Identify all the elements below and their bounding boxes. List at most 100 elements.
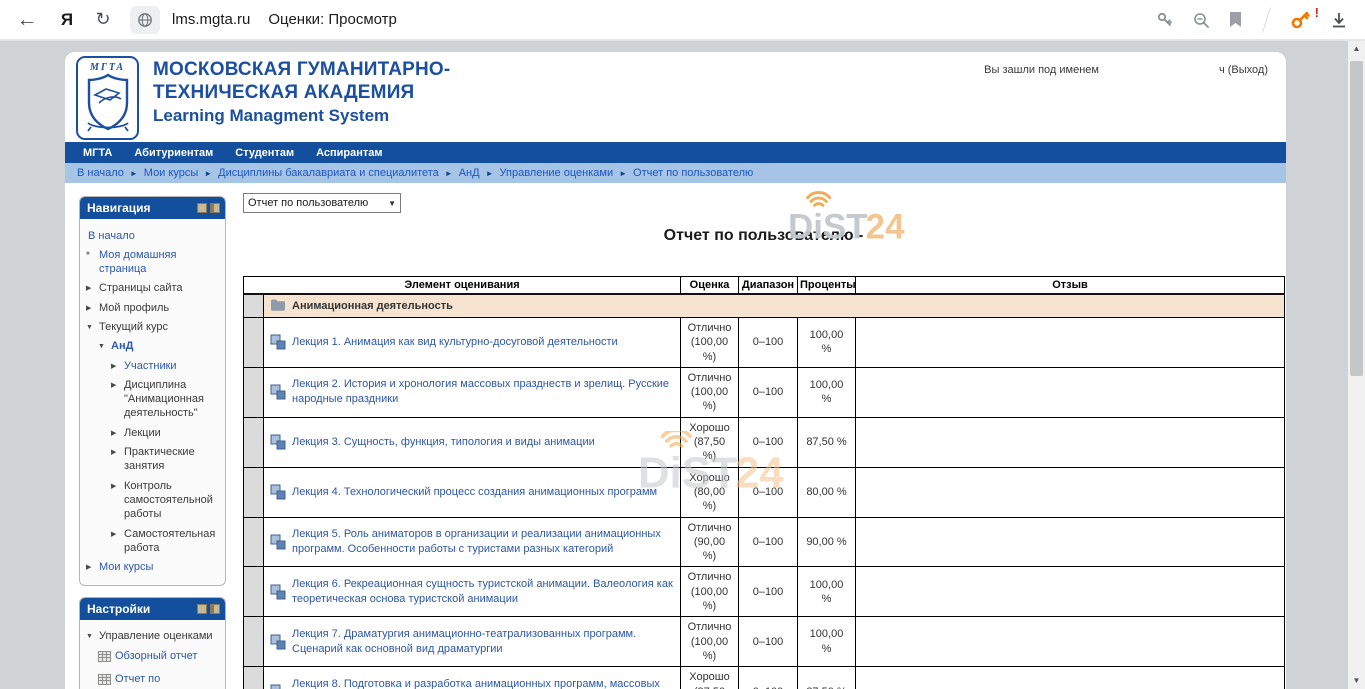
settings-item-grade-admin[interactable]: ▼ Управление оценками — [85, 627, 222, 646]
site-header: МГТА МОСКОВСКАЯ ГУМАНИТАРНО- ТЕХНИЧЕСКАЯ… — [65, 52, 1286, 142]
feedback-cell — [856, 567, 1285, 617]
yandex-home-button[interactable]: Я — [54, 10, 80, 30]
crumb-my-courses[interactable]: Мои курсы — [144, 167, 198, 179]
feedback-cell — [856, 318, 1285, 368]
orange-key-icon — [1290, 9, 1312, 31]
tab-edge-divider — [1262, 7, 1271, 32]
topnav-mgta[interactable]: МГТА — [83, 147, 112, 159]
table-row: Лекция 4. Технологический процесс создан… — [244, 467, 1285, 517]
lesson-link[interactable]: Лекция 5. Роль аниматоров в организации … — [292, 527, 674, 557]
topnav-studentam[interactable]: Студентам — [235, 147, 294, 159]
lesson-link[interactable]: Лекция 2. История и хронология массовых … — [292, 377, 674, 407]
zoom-page-button[interactable] — [1192, 11, 1210, 29]
table-row: Лекция 3. Сущность, функция, типология и… — [244, 417, 1285, 467]
reload-button[interactable]: ↻ — [90, 9, 116, 30]
block-collapse-icon[interactable] — [197, 203, 207, 213]
topnav-aspirantam[interactable]: Аспирантам — [316, 147, 382, 159]
sidebar-item-current-course[interactable]: ▼ Текущий курс — [85, 317, 222, 336]
sidebar-item-site-pages[interactable]: ▶ Страницы сайта — [85, 279, 222, 298]
expand-arrow-icon[interactable]: ▶ — [111, 426, 124, 440]
navigation-block: Навигация В начало ■ Моя домашняя страни… — [79, 196, 226, 586]
sidebar-item-participants[interactable]: ▶ Участники — [85, 356, 222, 375]
bookmark-button[interactable] — [1228, 11, 1243, 28]
expand-arrow-icon[interactable]: ▶ — [111, 378, 124, 421]
table-row: Лекция 5. Роль аниматоров в организации … — [244, 517, 1285, 567]
crumb-home[interactable]: В начало — [77, 167, 124, 179]
lesson-icon — [270, 634, 286, 650]
lesson-link[interactable]: Лекция 8. Подготовка и разработка анимац… — [292, 677, 674, 689]
block-collapse-icon[interactable] — [197, 604, 207, 614]
expand-arrow-icon[interactable]: ▶ — [111, 445, 124, 474]
alert-badge: ! — [1315, 5, 1319, 20]
site-title-line2: ТЕХНИЧЕСКАЯ АКАДЕМИЯ — [153, 82, 450, 105]
vertical-scrollbar[interactable]: ▲ ▼ — [1348, 41, 1365, 689]
lesson-icon — [270, 484, 286, 500]
collapse-arrow-icon[interactable]: ▼ — [86, 629, 99, 643]
crumb-grade-admin[interactable]: Управление оценками — [500, 167, 614, 179]
collapse-arrow-icon[interactable]: ▼ — [86, 320, 99, 334]
settings-block: Настройки ▼ Управление оценками — [79, 597, 226, 689]
settings-item-overview-report[interactable]: Обзорный отчет — [85, 646, 222, 669]
block-dock-icon[interactable] — [210, 604, 220, 614]
expand-arrow-icon[interactable]: ▶ — [86, 560, 99, 574]
expand-arrow-icon[interactable]: ▶ — [111, 527, 124, 556]
navigation-block-body: В начало ■ Моя домашняя страница ▶ Стран… — [80, 219, 225, 585]
lesson-link[interactable]: Лекция 4. Технологический процесс создан… — [292, 485, 657, 500]
report-type-select[interactable]: Отчет по пользователю ▼ — [243, 193, 401, 213]
scroll-down-arrow[interactable]: ▼ — [1348, 673, 1365, 689]
address-bar-url[interactable]: lms.mgta.ru — [172, 11, 250, 28]
expand-arrow-icon[interactable]: ▶ — [111, 359, 124, 373]
sidebar-item-control[interactable]: ▶ Контроль самостоятельной работы — [85, 476, 222, 524]
logged-in-prefix: Вы зашли под именем — [984, 64, 1099, 76]
sidebar-item-home[interactable]: В начало — [85, 226, 222, 245]
sidebar-item-my-profile[interactable]: ▶ Мой профиль — [85, 298, 222, 317]
table-row: Лекция 2. История и хронология массовых … — [244, 367, 1285, 417]
table-header-row: Элемент оценивания Оценка Диапазон Проце… — [244, 277, 1285, 295]
sidebar-item-my-home[interactable]: ■ Моя домашняя страница — [85, 245, 222, 279]
mgta-logo: МГТА — [76, 56, 139, 140]
crumb-course[interactable]: АнД — [459, 167, 480, 179]
site-title: МОСКОВСКАЯ ГУМАНИТАРНО- ТЕХНИЧЕСКАЯ АКАД… — [153, 59, 450, 127]
sidebar-item-independent-work[interactable]: ▶ Самостоятельная работа — [85, 524, 222, 558]
lesson-link[interactable]: Лекция 1. Анимация как вид культурно-дос… — [292, 335, 618, 350]
crumb-user-report[interactable]: Отчет по пользователю — [633, 167, 753, 179]
sidebar-item-practical[interactable]: ▶ Практические занятия — [85, 443, 222, 477]
crumb-disciplines[interactable]: Дисциплины бакалавриата и специалитета — [218, 167, 439, 179]
breadcrumb-separator-icon: ► — [619, 169, 627, 178]
sidebar-item-my-courses[interactable]: ▶ Мои курсы — [85, 558, 222, 577]
scrollbar-thumb[interactable] — [1350, 61, 1363, 376]
settings-item-user-report[interactable]: Отчет по пользователю — [85, 670, 222, 689]
page-title: Отчет по пользователю - — [243, 227, 1284, 245]
feedback-cell — [856, 367, 1285, 417]
browser-back-button[interactable]: ← — [14, 8, 40, 32]
report-grid-icon — [98, 672, 115, 689]
logout-link[interactable]: ч (Выход) — [1219, 64, 1268, 76]
lesson-link[interactable]: Лекция 7. Драматургия анимационно-театра… — [292, 627, 674, 657]
lesson-icon — [270, 334, 286, 350]
lesson-icon — [270, 384, 286, 400]
sidebar-item-discipline[interactable]: ▶ Дисциплина "Анимационная деятельность" — [85, 375, 222, 423]
password-manager-button[interactable] — [1156, 11, 1174, 29]
report-type-selected-value: Отчет по пользователю — [248, 197, 368, 209]
downloads-button[interactable] — [1329, 10, 1349, 30]
bookmark-icon — [1228, 11, 1243, 28]
block-dock-icon[interactable] — [210, 203, 220, 213]
feedback-cell — [856, 467, 1285, 517]
browser-toolbar: ← Я ↻ lms.mgta.ru Оценки: Просмотр — [0, 0, 1365, 41]
scroll-up-arrow[interactable]: ▲ — [1348, 41, 1365, 57]
collapse-arrow-icon[interactable]: ▼ — [98, 339, 111, 353]
topnav-abiturientam[interactable]: Абитуриентам — [134, 147, 213, 159]
category-title: Анимационная деятельность — [292, 300, 453, 312]
lesson-link[interactable]: Лекция 6. Рекреационная сущность туристс… — [292, 577, 674, 607]
saved-password-alert-button[interactable]: ! — [1290, 9, 1312, 31]
expand-arrow-icon[interactable]: ▶ — [86, 281, 99, 295]
lesson-link[interactable]: Лекция 3. Сущность, функция, типология и… — [292, 435, 595, 450]
expand-arrow-icon[interactable]: ▶ — [86, 301, 99, 315]
sidebar-item-lectures[interactable]: ▶ Лекции — [85, 423, 222, 442]
sidebar-item-and-course[interactable]: ▼ АнД — [85, 337, 222, 356]
expand-arrow-icon[interactable]: ▶ — [111, 479, 124, 522]
navigation-block-title: Навигация — [87, 201, 151, 215]
site-security-chip[interactable] — [130, 6, 160, 34]
col-header-item: Элемент оценивания — [244, 277, 681, 295]
breadcrumb-separator-icon: ► — [204, 169, 212, 178]
